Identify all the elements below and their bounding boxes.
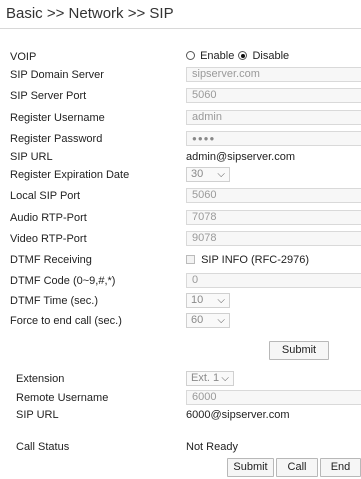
local-sip-port-input[interactable]: 5060 (186, 188, 361, 203)
video-rtp-port-label: Video RTP-Port (10, 233, 87, 245)
extension-value: Ext. 1 (191, 372, 220, 384)
dtmf-receiving-row: DTMF Receiving SIP INFO (RFC-2976) (0, 251, 361, 269)
call-button[interactable]: Call (276, 458, 318, 477)
sip-info-checkbox-label: SIP INFO (RFC-2976) (201, 254, 310, 266)
video-rtp-port-row: Video RTP-Port 9078 (0, 230, 361, 248)
audio-rtp-port-input[interactable]: 7078 (186, 210, 361, 225)
sip-domain-server-row: SIP Domain Server sipserver.com (0, 66, 361, 84)
register-password-label: Register Password (10, 133, 103, 145)
register-password-row: Register Password ●●●● (0, 130, 361, 148)
sip-url-label: SIP URL (10, 151, 53, 163)
force-end-call-select[interactable]: 60 ⌵ (186, 313, 230, 328)
voip-row: VOIP Enable Disable (0, 48, 361, 66)
disable-radio-label: Disable (252, 50, 290, 62)
register-expiration-row: Register Expiration Date 30 ⌵ (0, 166, 361, 184)
sip-url-row: SIP URL admin@sipserver.com (0, 148, 361, 166)
submit-button[interactable]: Submit (269, 341, 329, 360)
remote-username-row: Remote Username 6000 (0, 389, 361, 407)
chevron-down-icon: ⌵ (217, 169, 225, 180)
extension-row: Extension Ext. 1 ⌵ (0, 370, 361, 388)
call-status-label: Call Status (16, 441, 70, 453)
register-expiration-select[interactable]: 30 ⌵ (186, 167, 230, 182)
enable-radio[interactable] (186, 51, 195, 60)
call-status-row: Call Status Not Ready (0, 438, 361, 456)
enable-radio-label: Enable (200, 50, 235, 62)
local-sip-port-row: Local SIP Port 5060 (0, 187, 361, 205)
local-sip-port-label: Local SIP Port (10, 190, 81, 202)
breadcrumb: Basic >> Network >> SIP (0, 0, 361, 29)
disable-radio[interactable] (238, 51, 248, 60)
sip-url-value: admin@sipserver.com (186, 151, 295, 163)
force-end-call-value: 60 (191, 314, 204, 326)
dtmf-code-label: DTMF Code (0~9,#,*) (10, 275, 116, 287)
extension-sip-url-row: SIP URL 6000@sipserver.com (0, 406, 361, 424)
sip-info-checkbox[interactable] (186, 255, 195, 264)
register-expiration-label: Register Expiration Date (10, 169, 130, 181)
force-end-call-label: Force to end call (sec.) (10, 315, 122, 327)
end-call-button[interactable]: End (320, 458, 361, 477)
breadcrumb-text: Basic >> Network >> SIP (6, 5, 174, 22)
dtmf-time-row: DTMF Time (sec.) 10 ⌵ (0, 292, 361, 310)
register-username-row: Register Username admin (0, 109, 361, 127)
audio-rtp-port-label: Audio RTP-Port (10, 212, 87, 224)
chevron-down-icon: ⌵ (217, 295, 225, 306)
dtmf-code-row: DTMF Code (0~9,#,*) 0 (0, 272, 361, 290)
dtmf-receiving-label: DTMF Receiving (10, 254, 92, 266)
dtmf-time-select[interactable]: 10 ⌵ (186, 293, 230, 308)
dtmf-time-label: DTMF Time (sec.) (10, 295, 98, 307)
dtmf-code-input[interactable]: 0 (186, 273, 361, 288)
register-expiration-value: 30 (191, 168, 204, 180)
voip-options: Enable Disable (186, 50, 289, 62)
sip-server-port-input[interactable]: 5060 (186, 88, 361, 103)
call-submit-button[interactable]: Submit (227, 458, 274, 477)
audio-rtp-port-row: Audio RTP-Port 7078 (0, 209, 361, 227)
sip-domain-server-label: SIP Domain Server (10, 69, 104, 81)
chevron-down-icon: ⌵ (221, 373, 229, 384)
extension-label: Extension (16, 373, 65, 385)
sip-domain-server-input[interactable]: sipserver.com (186, 67, 361, 82)
chevron-down-icon: ⌵ (217, 315, 225, 326)
register-username-input[interactable]: admin (186, 110, 361, 125)
remote-username-input[interactable]: 6000 (186, 390, 361, 405)
call-status-value: Not Ready (186, 441, 238, 453)
dtmf-receiving-control: SIP INFO (RFC-2976) (186, 254, 309, 266)
register-username-label: Register Username (10, 112, 105, 124)
extension-select[interactable]: Ext. 1 ⌵ (186, 371, 234, 386)
extension-sip-url-value: 6000@sipserver.com (186, 409, 290, 421)
sip-server-port-row: SIP Server Port 5060 (0, 87, 361, 105)
voip-label: VOIP (10, 51, 37, 63)
extension-sip-url-label: SIP URL (16, 409, 59, 421)
sip-server-port-label: SIP Server Port (10, 90, 87, 102)
dtmf-time-value: 10 (191, 294, 204, 306)
remote-username-label: Remote Username (16, 392, 109, 404)
register-password-input[interactable]: ●●●● (186, 131, 361, 146)
force-end-call-row: Force to end call (sec.) 60 ⌵ (0, 312, 361, 330)
video-rtp-port-input[interactable]: 9078 (186, 231, 361, 246)
